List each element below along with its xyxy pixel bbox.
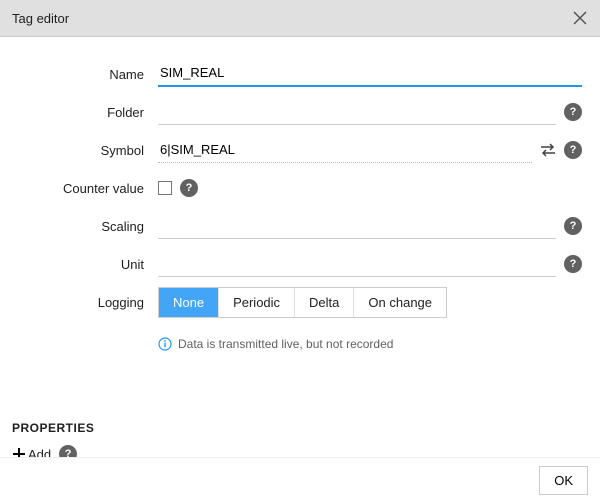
close-icon[interactable] [570,8,590,28]
info-icon [158,337,172,351]
row-folder: Folder ? [0,95,582,129]
row-scaling: Scaling ? [0,209,582,243]
dialog-footer: OK [0,457,600,503]
logging-opt-none[interactable]: None [159,288,219,317]
logging-info-text: Data is transmitted live, but not record… [178,337,393,351]
label-scaling: Scaling [0,219,158,234]
row-symbol: Symbol ? [0,133,582,167]
row-name: Name [0,57,582,91]
row-logging: Logging None Periodic Delta On change [0,285,582,319]
swap-icon[interactable] [540,143,556,157]
help-icon[interactable]: ? [564,255,582,273]
form-body: Name Folder ? Symbol ? Counter value ? S… [0,37,600,381]
symbol-input[interactable] [158,138,532,163]
ok-button[interactable]: OK [539,466,588,495]
help-icon[interactable]: ? [180,179,198,197]
label-name: Name [0,67,158,82]
label-logging: Logging [0,295,158,310]
row-logging-info: Data is transmitted live, but not record… [0,323,582,357]
folder-input[interactable] [158,100,556,125]
dialog-title: Tag editor [12,11,570,26]
logging-segmented: None Periodic Delta On change [158,287,447,318]
scaling-input[interactable] [158,214,556,239]
logging-opt-delta[interactable]: Delta [295,288,354,317]
label-counter: Counter value [0,181,158,196]
row-unit: Unit ? [0,247,582,281]
name-input[interactable] [158,61,582,87]
dialog-header: Tag editor [0,0,600,37]
properties-heading: PROPERTIES [0,421,600,435]
help-icon[interactable]: ? [564,217,582,235]
label-symbol: Symbol [0,143,158,158]
help-icon[interactable]: ? [564,103,582,121]
counter-checkbox[interactable] [158,181,172,195]
label-unit: Unit [0,257,158,272]
help-icon[interactable]: ? [564,141,582,159]
label-folder: Folder [0,105,158,120]
logging-opt-onchange[interactable]: On change [354,288,446,317]
row-counter: Counter value ? [0,171,582,205]
logging-opt-periodic[interactable]: Periodic [219,288,295,317]
unit-input[interactable] [158,252,556,277]
